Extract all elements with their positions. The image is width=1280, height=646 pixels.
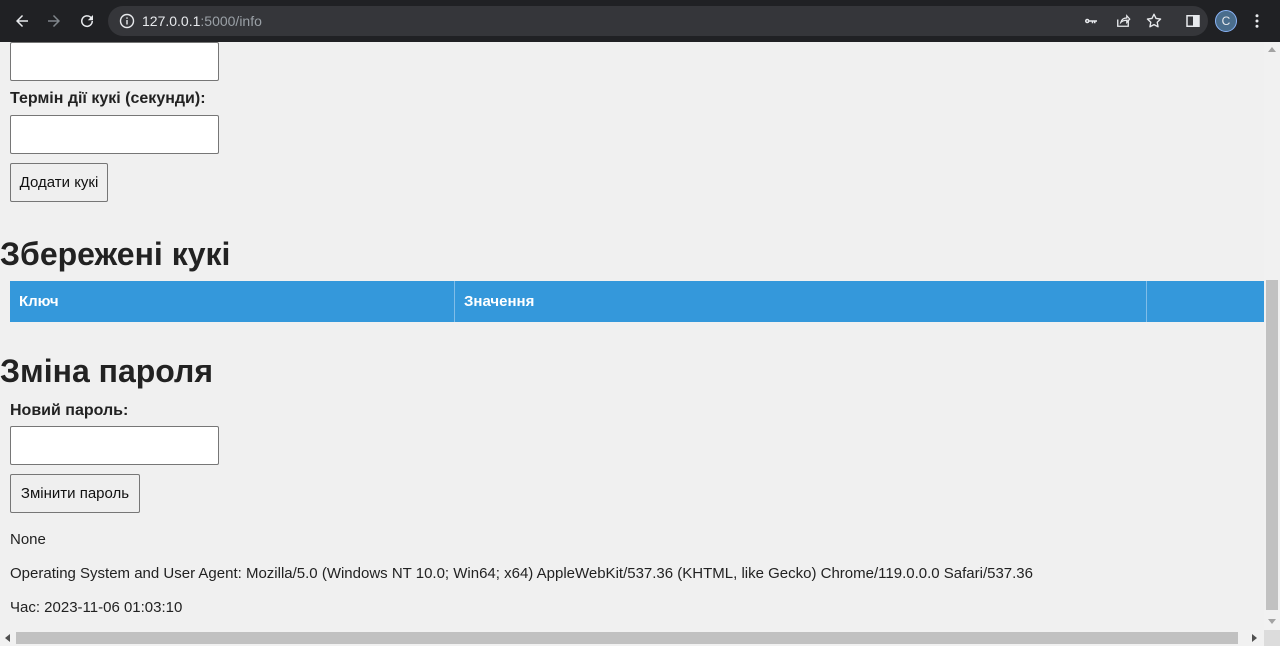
scroll-up-arrow-icon[interactable] xyxy=(1268,47,1276,52)
saved-cookies-heading: Збережені кукі xyxy=(0,236,231,272)
cookie-expiry-input[interactable] xyxy=(10,115,219,154)
cookie-value-input[interactable] xyxy=(10,42,219,81)
user-agent-text: Operating System and User Agent: Mozilla… xyxy=(10,565,1033,582)
add-cookie-button[interactable]: Додати кукі xyxy=(10,163,108,202)
back-arrow-icon[interactable] xyxy=(10,9,34,33)
column-header-key: Ключ xyxy=(10,281,455,322)
url-path: :5000/info xyxy=(200,13,262,29)
scrollbar-corner xyxy=(1264,630,1280,646)
change-password-button[interactable]: Змінити пароль xyxy=(10,474,140,513)
address-bar[interactable]: 127.0.0.1:5000/info xyxy=(108,6,1208,36)
page-content: Термін дії кукі (секунди): Додати кукі З… xyxy=(0,42,1264,630)
site-info-icon[interactable] xyxy=(119,13,135,29)
scroll-left-arrow-icon[interactable] xyxy=(5,634,10,642)
side-panel-icon[interactable] xyxy=(1182,10,1204,32)
url-text[interactable]: 127.0.0.1:5000/info xyxy=(142,13,262,29)
url-host: 127.0.0.1 xyxy=(142,13,201,29)
more-menu-icon[interactable] xyxy=(1246,10,1268,32)
cookies-table-header: Ключ Значення xyxy=(10,281,1264,322)
new-password-input[interactable] xyxy=(10,426,219,465)
share-icon[interactable] xyxy=(1114,12,1132,30)
key-icon[interactable] xyxy=(1082,12,1100,30)
reload-icon[interactable] xyxy=(75,9,99,33)
browser-toolbar: 127.0.0.1:5000/info C xyxy=(0,0,1280,42)
scroll-right-arrow-icon[interactable] xyxy=(1252,634,1257,642)
status-text: None xyxy=(10,531,46,548)
forward-arrow-icon[interactable] xyxy=(42,9,66,33)
cookie-expiry-label: Термін дії кукі (секунди): xyxy=(10,90,206,107)
change-password-heading: Зміна пароля xyxy=(0,353,214,389)
column-header-value: Значення xyxy=(455,281,1147,322)
profile-avatar[interactable]: C xyxy=(1215,10,1237,32)
vertical-scrollbar[interactable] xyxy=(1264,42,1280,630)
column-header-actions xyxy=(1147,281,1264,322)
horizontal-scroll-thumb[interactable] xyxy=(16,632,1238,644)
scroll-down-arrow-icon[interactable] xyxy=(1268,619,1276,624)
time-text: Час: 2023-11-06 01:03:10 xyxy=(10,599,183,616)
bookmark-star-icon[interactable] xyxy=(1145,12,1163,30)
vertical-scroll-thumb[interactable] xyxy=(1266,280,1278,610)
horizontal-scrollbar[interactable] xyxy=(0,630,1264,646)
new-password-label: Новий пароль: xyxy=(10,402,129,419)
